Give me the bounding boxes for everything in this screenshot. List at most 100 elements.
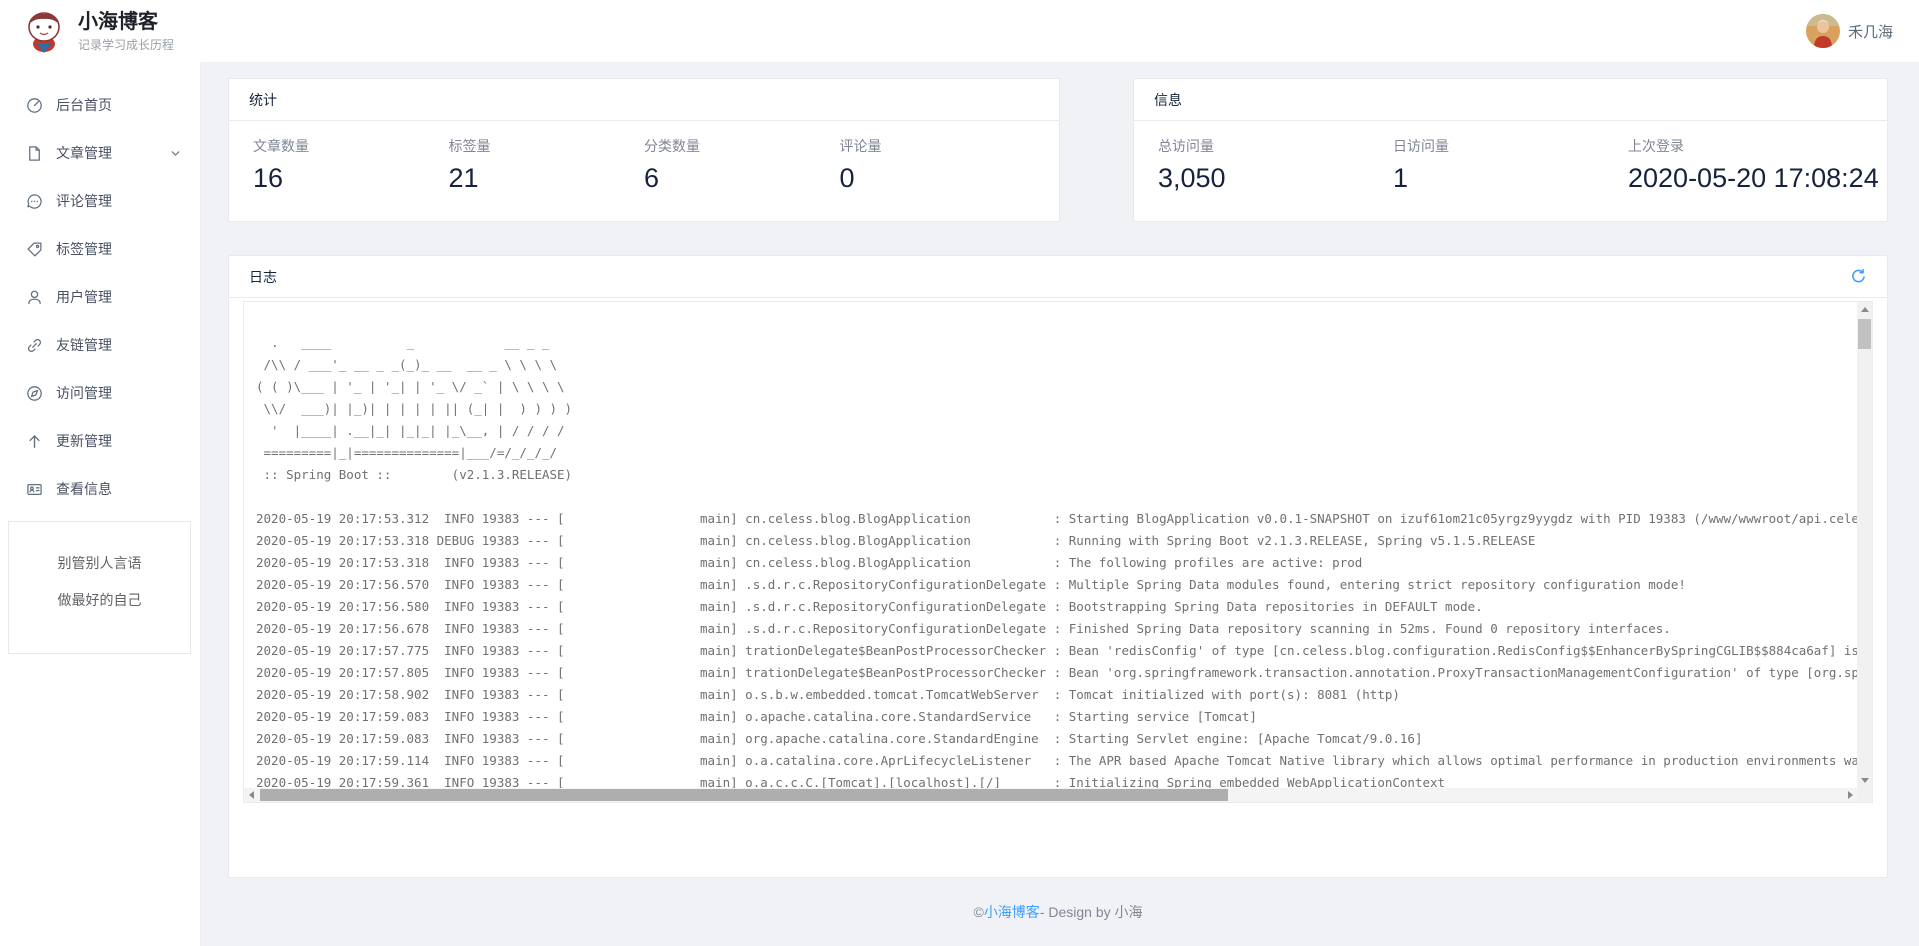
log-line: 2020-05-19 20:17:53.318 INFO 19383 --- [… <box>256 552 1857 574</box>
top-header: 小海博客 记录学习成长历程 禾几海 <box>0 0 1919 62</box>
log-line: 2020-05-19 20:17:56.580 INFO 19383 --- [… <box>256 596 1857 618</box>
stat-label: 评论量 <box>840 136 1036 156</box>
sidebar-item-label: 用户管理 <box>56 287 112 307</box>
log-line: 2020-05-19 20:17:57.775 INFO 19383 --- [… <box>256 640 1857 662</box>
log-line: 2020-05-19 20:17:56.678 INFO 19383 --- [… <box>256 618 1857 640</box>
scroll-down-arrow[interactable] <box>1857 773 1872 788</box>
stat-value: 16 <box>253 163 449 194</box>
sidebar-item-label: 访问管理 <box>56 383 112 403</box>
sidebar-item-label: 标签管理 <box>56 239 112 259</box>
log-line: 2020-05-19 20:17:56.570 INFO 19383 --- [… <box>256 574 1857 596</box>
log-line: 2020-05-19 20:17:57.805 INFO 19383 --- [… <box>256 662 1857 684</box>
title-block: 小海博客 记录学习成长历程 <box>78 10 174 53</box>
stat-total-visits: 总访问量 3,050 <box>1158 136 1393 194</box>
stat-daily-visits: 日访问量 1 <box>1393 136 1628 194</box>
quote-line-2: 做最好的自己 <box>9 590 190 610</box>
tag-icon <box>26 241 43 258</box>
idcard-icon <box>26 481 43 498</box>
stat-value: 0 <box>840 163 1036 194</box>
log-card-title: 日志 <box>249 267 277 287</box>
vertical-scrollbar[interactable] <box>1857 302 1872 788</box>
stat-comments: 评论量 0 <box>840 136 1036 194</box>
sidebar: 后台首页 文章管理 <box>0 62 201 946</box>
sidebar-quote-box: 别管别人言语 做最好的自己 <box>8 521 191 654</box>
app-title: 小海博客 <box>78 10 174 34</box>
app-subtitle: 记录学习成长历程 <box>78 36 174 53</box>
link-icon <box>26 337 43 354</box>
quote-line-1: 别管别人言语 <box>9 553 190 573</box>
log-banner-line: ( ( )\___ | '_ | '_| | '_ \/ _` | \ \ \ … <box>256 376 1857 398</box>
scroll-left-arrow[interactable] <box>244 788 258 802</box>
log-banner-line: . ____ _ __ _ _ <box>256 332 1857 354</box>
sidebar-item-comments[interactable]: 评论管理 <box>0 177 200 225</box>
stat-value: 21 <box>449 163 645 194</box>
sidebar-item-articles[interactable]: 文章管理 <box>0 129 200 177</box>
scroll-up-arrow[interactable] <box>1857 302 1872 317</box>
sidebar-item-view-info[interactable]: 查看信息 <box>0 465 200 513</box>
horizontal-scrollbar[interactable] <box>244 788 1857 802</box>
sidebar-item-label: 文章管理 <box>56 143 112 163</box>
sidebar-item-updates[interactable]: 更新管理 <box>0 417 200 465</box>
user-menu[interactable]: 禾几海 <box>1806 14 1893 48</box>
log-banner-line: ' |____| .__|_| |_|_| |_\__, | / / / / <box>256 420 1857 442</box>
sidebar-item-visits[interactable]: 访问管理 <box>0 369 200 417</box>
dashboard-icon <box>26 97 43 114</box>
stat-label: 分类数量 <box>644 136 840 156</box>
info-card: 信息 总访问量 3,050 日访问量 1 上次登录 2020-05-20 17: <box>1133 78 1888 222</box>
stat-articles: 文章数量 16 <box>253 136 449 194</box>
main-content: 统计 文章数量 16 标签量 21 分类数量 6 <box>201 62 1919 946</box>
log-line: 2020-05-19 20:17:59.083 INFO 19383 --- [… <box>256 706 1857 728</box>
stat-value: 2020-05-20 17:08:24 <box>1628 163 1863 194</box>
stat-label: 标签量 <box>449 136 645 156</box>
arrow-up-icon <box>26 433 43 450</box>
log-banner-line: =========|_|==============|___/=/_/_/_/ <box>256 442 1857 464</box>
article-icon <box>26 145 43 162</box>
sidebar-item-tags[interactable]: 标签管理 <box>0 225 200 273</box>
log-banner-line: /\\ / ___'_ __ _ _(_)_ __ __ _ \ \ \ \ <box>256 354 1857 376</box>
site-logo <box>22 9 66 53</box>
stat-tags: 标签量 21 <box>449 136 645 194</box>
sidebar-item-users[interactable]: 用户管理 <box>0 273 200 321</box>
stat-value: 1 <box>1393 163 1628 194</box>
sidebar-item-links[interactable]: 友链管理 <box>0 321 200 369</box>
visit-icon <box>26 385 43 402</box>
username[interactable]: 禾几海 <box>1848 21 1893 42</box>
footer-suffix: - Design by 小海 <box>1040 902 1143 922</box>
user-icon <box>26 289 43 306</box>
log-line: 2020-05-19 20:17:53.318 DEBUG 19383 --- … <box>256 530 1857 552</box>
stat-label: 上次登录 <box>1628 136 1863 156</box>
log-card: 日志 . ____ _ __ _ _ /\\ / ___'_ <box>228 255 1888 878</box>
info-card-title: 信息 <box>1134 79 1887 121</box>
stat-last-login: 上次登录 2020-05-20 17:08:24 <box>1628 136 1863 194</box>
stat-value: 6 <box>644 163 840 194</box>
vertical-scroll-thumb[interactable] <box>1858 319 1871 349</box>
log-banner-line: \\/ ___)| |_)| | | | | || (_| | ) ) ) ) <box>256 398 1857 420</box>
log-line <box>256 486 1857 508</box>
copyright-symbol: © <box>973 904 983 920</box>
log-banner-line: :: Spring Boot :: (v2.1.3.RELEASE) <box>256 464 1857 486</box>
stat-value: 3,050 <box>1158 163 1393 194</box>
log-line: 2020-05-19 20:17:58.902 INFO 19383 --- [… <box>256 684 1857 706</box>
horizontal-scroll-thumb[interactable] <box>260 789 1228 801</box>
stat-label: 日访问量 <box>1393 136 1628 156</box>
sidebar-item-label: 后台首页 <box>56 95 112 115</box>
sidebar-item-label: 评论管理 <box>56 191 112 211</box>
refresh-icon[interactable] <box>1849 268 1867 286</box>
page: 小海博客 记录学习成长历程 禾几海 <box>0 0 1919 946</box>
sidebar-item-label: 更新管理 <box>56 431 112 451</box>
stat-categories: 分类数量 6 <box>644 136 840 194</box>
sidebar-item-dashboard[interactable]: 后台首页 <box>0 81 200 129</box>
chevron-down-icon <box>169 147 182 160</box>
scrollbar-corner <box>1857 788 1872 802</box>
stat-label: 总访问量 <box>1158 136 1393 156</box>
sidebar-item-label: 查看信息 <box>56 479 112 499</box>
log-output: . ____ _ __ _ _ /\\ / ___'_ __ _ _(_)_ _… <box>244 302 1857 788</box>
stat-label: 文章数量 <box>253 136 449 156</box>
log-line: 2020-05-19 20:17:53.312 INFO 19383 --- [… <box>256 508 1857 530</box>
log-line: 2020-05-19 20:17:59.361 INFO 19383 --- [… <box>256 772 1857 788</box>
page-footer: © 小海博客 - Design by 小海 <box>228 878 1888 946</box>
scroll-right-arrow[interactable] <box>1843 788 1857 802</box>
footer-brand-link[interactable]: 小海博客 <box>984 902 1040 922</box>
user-avatar[interactable] <box>1806 14 1840 48</box>
log-line <box>256 310 1857 332</box>
